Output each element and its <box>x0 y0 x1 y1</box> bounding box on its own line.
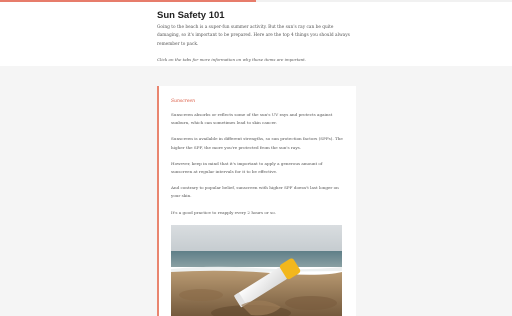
instruction-hint: Click on the tabs for more information o… <box>157 57 307 62</box>
tab-heading-sunscreen: Sunscreen <box>171 99 196 104</box>
lesson-header: Sun Safety 101 Going to the beach is a s… <box>0 0 512 66</box>
page-title: Sun Safety 101 <box>157 10 225 21</box>
card-paragraph: Sunscreen is available in different stre… <box>171 136 343 150</box>
card-paragraph: However, keep in mind that it's importan… <box>171 160 323 175</box>
tab-content-card: Sunscreen Sunscreen absorbs or reflects … <box>157 86 356 316</box>
tab-content-body: Sunscreen Sunscreen absorbs or reflects … <box>171 99 343 225</box>
reading-progress-fill <box>0 0 256 2</box>
sunscreen-on-beach-image <box>171 225 342 316</box>
intro-text: Going to the beach is a super-fun summer… <box>157 25 350 47</box>
card-paragraph: And contrary to popular belief, sunscree… <box>171 185 339 199</box>
card-paragraph: Sunscreen absorbs or reflects some of th… <box>171 112 333 126</box>
card-paragraph: It's a good practice to reapply every 2 … <box>171 209 276 215</box>
reading-progress-track <box>0 0 512 2</box>
